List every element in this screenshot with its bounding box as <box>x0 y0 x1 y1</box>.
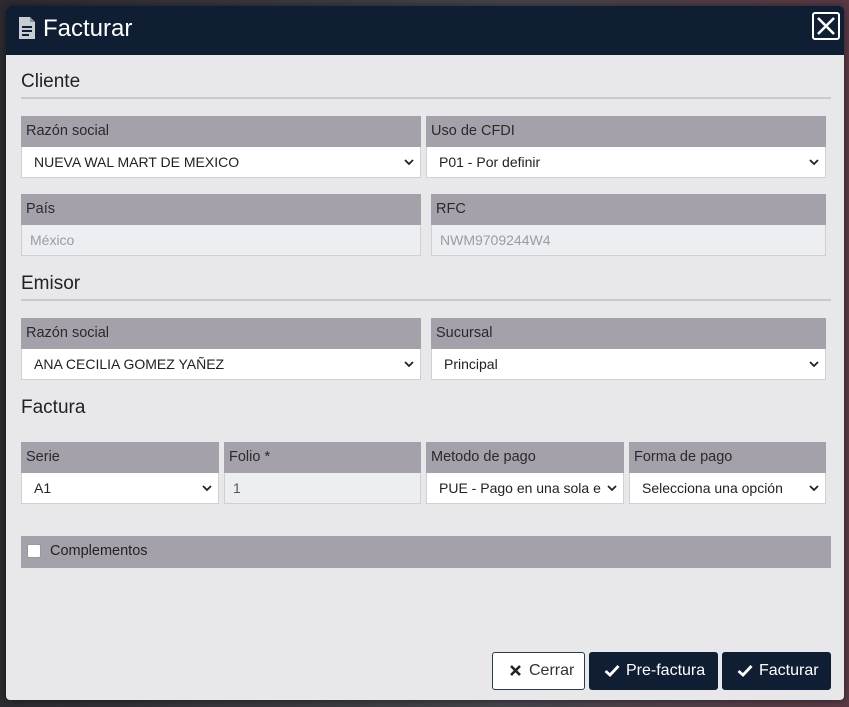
close-icon <box>817 17 835 35</box>
divider <box>21 299 831 301</box>
forma-pago-field: Forma de pago Selecciona una opción <box>629 442 826 504</box>
section-title-factura: Factura <box>21 397 86 418</box>
sucursal-select[interactable]: Principal <box>431 349 826 380</box>
field-label: Forma de pago <box>629 442 826 473</box>
dialog-title: Facturar <box>43 15 133 42</box>
field-label: Razón social <box>21 116 421 147</box>
divider <box>21 97 831 99</box>
select-value: Principal <box>444 356 498 372</box>
document-icon <box>19 17 35 39</box>
chevron-down-icon <box>404 361 414 368</box>
select-value: P01 - Por definir <box>439 154 541 170</box>
section-title-cliente: Cliente <box>21 71 81 92</box>
button-label: Facturar <box>759 662 819 679</box>
cerrar-button[interactable]: Cerrar <box>492 652 585 690</box>
serie-field: Serie A1 <box>21 442 219 504</box>
section-title-emisor: Emisor <box>21 273 81 294</box>
emisor-razon-social-field: Razón social ANA CECILIA GOMEZ YAÑEZ <box>21 318 421 380</box>
forma-pago-select[interactable]: Selecciona una opción <box>629 473 826 504</box>
select-value: ANA CECILIA GOMEZ YAÑEZ <box>34 356 225 372</box>
select-value: Selecciona una opción <box>642 480 783 496</box>
facturar-dialog: Facturar Cliente Razón social NUEVA WAL … <box>6 6 844 700</box>
select-value: A1 <box>34 480 52 496</box>
close-icon <box>510 665 521 676</box>
uso-cfdi-select[interactable]: P01 - Por definir <box>426 147 826 178</box>
chevron-down-icon <box>809 485 819 492</box>
chevron-down-icon <box>202 485 212 492</box>
emisor-razon-social-select[interactable]: ANA CECILIA GOMEZ YAÑEZ <box>21 349 421 380</box>
field-label: País <box>21 194 421 225</box>
button-label: Pre-factura <box>626 662 706 679</box>
pais-input: México <box>21 225 421 256</box>
chevron-down-icon <box>809 361 819 368</box>
chevron-down-icon <box>404 159 414 166</box>
serie-select[interactable]: A1 <box>21 473 219 504</box>
pais-field: País México <box>21 194 421 256</box>
sucursal-field: Sucursal Principal <box>431 318 826 380</box>
check-icon <box>604 665 620 677</box>
facturar-button[interactable]: Facturar <box>722 652 831 690</box>
metodo-pago-select[interactable]: PUE - Pago en una sola exhibición <box>426 473 624 504</box>
close-button[interactable] <box>812 12 840 40</box>
complementos-checkbox[interactable] <box>27 544 41 558</box>
field-label: Razón social <box>21 318 421 349</box>
cliente-razon-social-select[interactable]: NUEVA WAL MART DE MEXICO <box>21 147 421 178</box>
field-label: RFC <box>431 194 826 225</box>
cliente-razon-social-field: Razón social NUEVA WAL MART DE MEXICO <box>21 116 421 178</box>
field-label: Folio * <box>224 442 421 473</box>
complementos-label[interactable]: Complementos <box>50 543 148 559</box>
chevron-down-icon <box>607 485 617 492</box>
folio-field: Folio * 1 <box>224 442 421 504</box>
field-label: Uso de CFDI <box>426 116 826 147</box>
metodo-pago-field: Metodo de pago PUE - Pago en una sola ex… <box>426 442 624 504</box>
select-value: PUE - Pago en una sola exhibición <box>439 480 601 496</box>
select-value: NUEVA WAL MART DE MEXICO <box>34 154 240 170</box>
rfc-field: RFC NWM9709244W4 <box>431 194 826 256</box>
field-label: Metodo de pago <box>426 442 624 473</box>
check-icon <box>737 665 753 677</box>
dialog-header: Facturar <box>6 6 844 55</box>
chevron-down-icon <box>809 159 819 166</box>
rfc-input: NWM9709244W4 <box>431 225 826 256</box>
complementos-bar: Complementos <box>21 536 831 568</box>
field-label: Serie <box>21 442 219 473</box>
folio-input[interactable]: 1 <box>224 473 421 504</box>
button-label: Cerrar <box>529 662 575 679</box>
field-label: Sucursal <box>431 318 826 349</box>
pre-factura-button[interactable]: Pre-factura <box>589 652 718 690</box>
uso-cfdi-field: Uso de CFDI P01 - Por definir <box>426 116 826 178</box>
